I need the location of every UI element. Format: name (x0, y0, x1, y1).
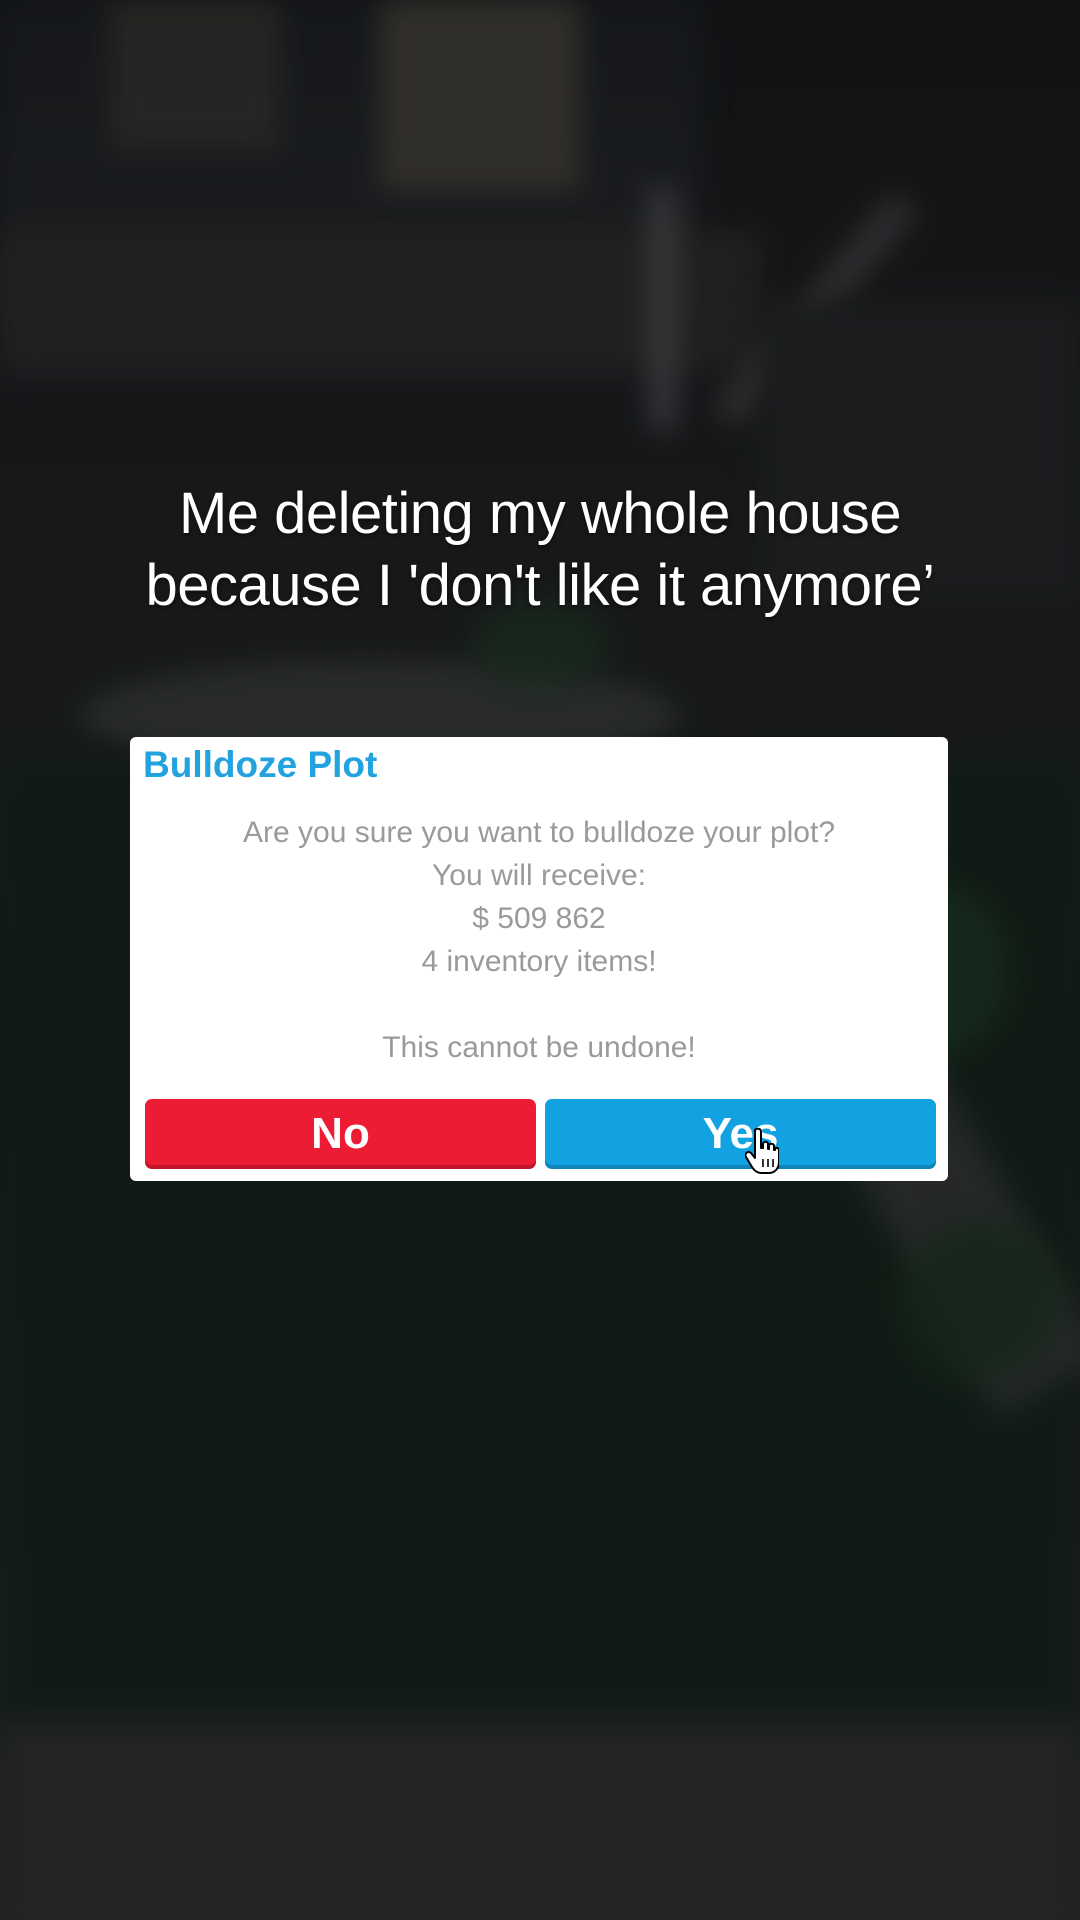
no-button[interactable]: No (145, 1099, 536, 1169)
yes-button[interactable]: Yes (545, 1099, 936, 1169)
inventory-items: 4 inventory items! (421, 945, 657, 978)
dialog-title: Bulldoze Plot (143, 744, 378, 785)
confirm-question: Are you sure you want to bulldoze your p… (242, 816, 836, 849)
money-amount: $ 509 862 (472, 902, 606, 935)
caption-line-2: because I 'don't like it anymore’ (145, 553, 935, 618)
dialog-message: Are you sure you want to bulldoze your p… (130, 811, 948, 1069)
bulldoze-dialog: Bulldoze Plot Are you sure you want to b… (130, 737, 948, 1181)
meme-caption: Me deleting my whole house because I 'do… (40, 478, 1040, 622)
hand-pointer-icon (745, 1128, 779, 1174)
warning-text: This cannot be undone! (382, 1031, 696, 1064)
receive-label: You will receive: (432, 859, 646, 892)
caption-line-1: Me deleting my whole house (178, 481, 902, 546)
